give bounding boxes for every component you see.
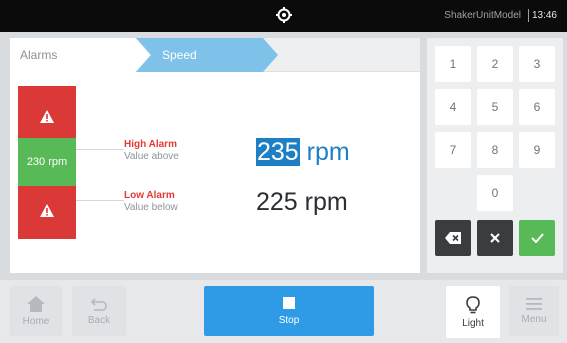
key-9[interactable]: 9 [519,132,555,168]
high-alarm-value-field[interactable]: 235 rpm [256,138,350,167]
high-alarm-unit: rpm [306,138,350,166]
key-2[interactable]: 2 [477,46,513,82]
high-alarm-subtitle: Value above [124,151,179,162]
light-label: Light [462,317,484,329]
device-model: ShakerUnitModel [444,10,521,21]
key-7[interactable]: 7 [435,132,471,168]
low-alarm-value-field[interactable]: 225 rpm [256,188,348,217]
bottom-nav-bar: Home Back Stop Light Menu [0,280,567,343]
current-speed: 230 rpm [26,156,68,168]
low-alarm-value[interactable]: 225 [256,188,298,216]
warning-icon [40,204,54,217]
numeric-keypad: 1 2 3 4 5 6 7 8 9 0 [427,38,563,273]
stop-icon [283,296,295,309]
key-5[interactable]: 5 [477,89,513,125]
key-0[interactable]: 0 [477,175,513,211]
low-alarm-leader-line [76,200,124,201]
home-icon [27,295,45,312]
hamburger-menu-icon [526,297,542,310]
menu-button[interactable]: Menu [509,286,559,336]
cancel-button[interactable] [477,220,513,256]
low-alarm-zone [18,186,76,239]
clock: 13:46 [531,10,557,21]
back-button[interactable]: Back [72,286,126,336]
high-alarm-leader-line [76,149,124,150]
key-6[interactable]: 6 [519,89,555,125]
backspace-button[interactable] [435,220,471,256]
back-label: Back [87,314,111,326]
key-1[interactable]: 1 [435,46,471,82]
high-alarm-title: High Alarm [124,139,177,150]
home-label: Home [22,315,50,327]
stop-button[interactable]: Stop [204,286,374,336]
low-alarm-subtitle: Value below [124,202,178,213]
checkmark-icon [530,233,544,243]
status-separator [528,9,529,22]
back-arrow-icon [90,297,107,311]
low-alarm-title: Low Alarm [124,190,175,201]
home-button[interactable]: Home [10,286,62,336]
warning-icon [40,110,54,123]
key-4[interactable]: 4 [435,89,471,125]
light-button[interactable]: Light [446,286,500,338]
current-speed-zone: 230 rpm [18,138,76,186]
backspace-icon [445,232,461,244]
status-bar: ShakerUnitModel 13:46 [0,0,567,32]
lightbulb-icon [466,295,480,313]
confirm-button[interactable] [519,220,555,256]
close-icon [490,233,500,243]
stop-label: Stop [278,314,300,326]
alarm-settings-panel: Alarms Speed 230 rpm High Alarm Value ab… [10,38,420,273]
key-3[interactable]: 3 [519,46,555,82]
breadcrumb: Alarms Speed [10,38,420,72]
breadcrumb-speed[interactable]: Speed [136,38,278,72]
breadcrumb-alarms[interactable]: Alarms [10,38,150,72]
low-alarm-unit: rpm [304,188,348,216]
key-8[interactable]: 8 [477,132,513,168]
high-alarm-value[interactable]: 235 [256,138,300,166]
high-alarm-zone [18,86,76,138]
brand-logo-icon [276,7,292,23]
menu-label: Menu [521,313,547,325]
